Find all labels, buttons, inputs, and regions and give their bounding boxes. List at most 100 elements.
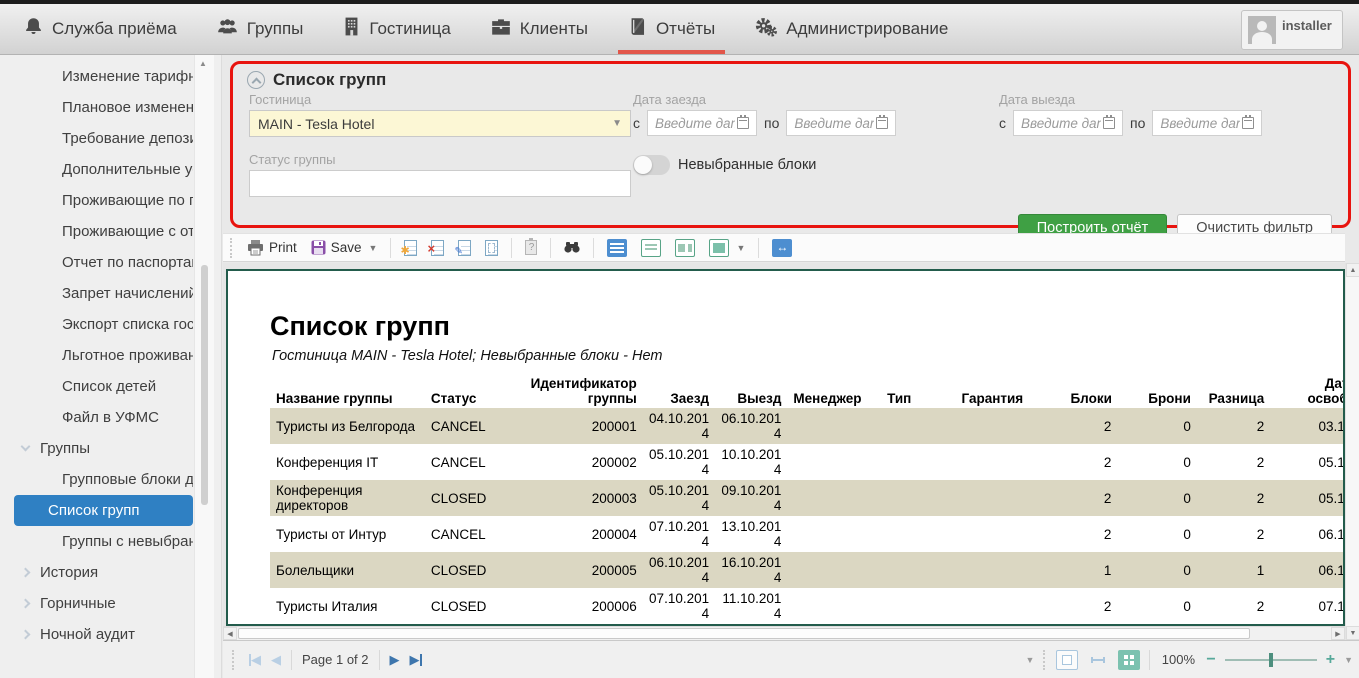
status-bar: ◀ ◀ Page 1 of 2 ▶ ▶ ▼ 100% − + ▼ xyxy=(223,640,1359,678)
sidebar-item[interactable]: Отчет по паспортам xyxy=(14,247,193,278)
new-page-button[interactable]: ✱ xyxy=(400,238,421,258)
horizontal-scroll-thumb[interactable] xyxy=(238,628,1250,639)
sidebar-item[interactable]: Требование депозита xyxy=(14,123,193,154)
sidebar-item[interactable]: Групповые блоки дет... xyxy=(14,464,193,495)
delete-page-button[interactable]: × xyxy=(427,238,448,258)
calendar-icon[interactable] xyxy=(1103,117,1115,129)
sidebar-item[interactable]: Файл в УФМС xyxy=(14,402,193,433)
calendar-icon[interactable] xyxy=(737,117,749,129)
two-page-view-button[interactable] xyxy=(671,237,699,259)
user-menu[interactable]: installer xyxy=(1241,10,1343,50)
prev-page-button[interactable]: ◀ xyxy=(271,652,281,668)
cell-guarantee xyxy=(955,480,1064,516)
sidebar-item-label: Плановое изменение... xyxy=(62,99,193,116)
report-table: Название группыСтатусИдентификатор групп… xyxy=(270,374,1345,626)
sidebar-item[interactable]: Изменение тарифног... xyxy=(14,61,193,92)
print-button[interactable]: Print xyxy=(243,238,301,258)
multi-page-view-button[interactable]: ▼ xyxy=(705,237,749,259)
continuous-view-button[interactable] xyxy=(637,237,665,259)
nav-tab-briefcase[interactable]: Клиенты xyxy=(485,4,594,54)
column-header-type: Тип xyxy=(881,374,955,408)
page-setup-button[interactable] xyxy=(481,238,502,258)
cell-group_id: 200003 xyxy=(523,480,643,516)
fit-width-button[interactable]: ↔ xyxy=(768,237,796,259)
zoom-in-button[interactable]: + xyxy=(1326,651,1335,669)
sidebar-item[interactable]: Список групп xyxy=(14,495,193,526)
grid-mode-button[interactable] xyxy=(1118,650,1140,670)
sidebar-item[interactable]: Проживающие с откл... xyxy=(14,216,193,247)
hotel-select[interactable]: MAIN - Tesla Hotel ▼ xyxy=(249,110,631,137)
first-page-button[interactable]: ◀ xyxy=(249,652,261,668)
two-page-view-icon xyxy=(675,239,695,257)
edit-page-button[interactable]: ✎ xyxy=(454,238,475,258)
gears-icon xyxy=(755,17,777,42)
cell-departure: 10.10.2014 xyxy=(715,444,787,480)
single-page-view-button[interactable] xyxy=(603,237,631,259)
cell-departure: 06.10.2014 xyxy=(715,408,787,444)
group-status-input[interactable] xyxy=(249,170,631,197)
scroll-up-icon[interactable]: ▲ xyxy=(199,59,207,68)
sidebar-item[interactable]: Горничные xyxy=(14,588,193,619)
sidebar-item[interactable]: Дополнительные услу... xyxy=(14,154,193,185)
zoom-slider[interactable] xyxy=(1225,653,1317,667)
toolbar-grip[interactable] xyxy=(230,238,234,258)
unselected-blocks-toggle[interactable] xyxy=(633,155,670,175)
nav-tab-building[interactable]: Гостиница xyxy=(337,4,456,54)
cell-status: CLOSED xyxy=(425,552,523,588)
statusbar-grip[interactable] xyxy=(232,650,236,670)
sidebar-item[interactable]: Льготное проживание xyxy=(14,340,193,371)
next-page-button[interactable]: ▶ xyxy=(390,652,400,668)
arrival-from-input[interactable] xyxy=(655,116,735,131)
cell-status: CANCEL xyxy=(425,408,523,444)
main-nav: Служба приёма Группы Гостиница Клиенты Отчёт… xyxy=(18,4,982,54)
sidebar-item[interactable]: Проживающие по пе... xyxy=(14,185,193,216)
last-page-button[interactable]: ▶ xyxy=(410,652,422,668)
vertical-scrollbar[interactable]: ▲ ▼ xyxy=(1345,263,1359,640)
fit-width-mode-button[interactable] xyxy=(1087,650,1109,670)
sidebar-scroll-thumb[interactable] xyxy=(201,265,208,505)
clipboard-button[interactable]: ? xyxy=(521,238,541,257)
arrival-to-input[interactable] xyxy=(794,116,874,131)
departure-to-input[interactable] xyxy=(1160,116,1240,131)
scroll-right-icon[interactable]: ▶ xyxy=(1331,627,1345,640)
zoom-toolbar-grip[interactable] xyxy=(1043,650,1047,670)
overflow-caret-icon[interactable]: ▼ xyxy=(1025,655,1034,665)
sidebar-item-label: Список групп xyxy=(48,502,139,519)
calendar-icon[interactable] xyxy=(1242,117,1254,129)
sidebar-scrollbar[interactable]: ▲ xyxy=(194,55,214,678)
cell-blocks: 2 xyxy=(1064,480,1117,516)
save-button[interactable]: Save ▼ xyxy=(307,238,382,257)
scroll-down-icon[interactable]: ▼ xyxy=(1346,626,1359,640)
nav-tab-book[interactable]: Отчёты xyxy=(622,4,721,54)
column-header-departure: Выезд xyxy=(715,374,787,408)
sidebar-item[interactable]: Список детей xyxy=(14,371,193,402)
overflow-caret-icon[interactable]: ▼ xyxy=(1344,655,1353,665)
zoom-out-button[interactable]: − xyxy=(1206,651,1215,669)
scroll-left-icon[interactable]: ◀ xyxy=(223,627,237,640)
cell-difference: 1 xyxy=(1197,552,1270,588)
zoom-slider-thumb[interactable] xyxy=(1269,653,1273,667)
sidebar-item[interactable]: Плановое изменение... xyxy=(14,92,193,123)
sidebar-item[interactable]: Группы с невыбранн... xyxy=(14,526,193,557)
scroll-up-icon[interactable]: ▲ xyxy=(1346,263,1359,277)
calendar-icon[interactable] xyxy=(876,117,888,129)
nav-tab-bell[interactable]: Служба приёма xyxy=(18,4,183,54)
sidebar-item[interactable]: Запрет начислений xyxy=(14,278,193,309)
cell-release: 05.10. xyxy=(1270,480,1345,516)
cell-release: 06.10. xyxy=(1270,552,1345,588)
horizontal-scrollbar[interactable]: ◀ ▶ xyxy=(223,626,1345,640)
sidebar-item[interactable]: Ночной аудит xyxy=(14,619,193,650)
find-button[interactable] xyxy=(560,239,584,256)
report-toolbar: Print Save ▼ ✱ × ✎ ? ▼ ↔ xyxy=(223,233,1345,262)
sidebar-item[interactable]: Экспорт списка гостей xyxy=(14,309,193,340)
nav-tab-users[interactable]: Группы xyxy=(211,4,310,54)
sidebar-item[interactable]: Группы xyxy=(14,433,193,464)
collapse-panel-icon[interactable] xyxy=(247,71,265,89)
cell-manager xyxy=(787,408,881,444)
caret-down-icon: ▼ xyxy=(369,243,378,253)
nav-tab-gears[interactable]: Администрирование xyxy=(749,4,954,54)
sidebar-item-label: Группы с невыбранн... xyxy=(62,533,193,550)
departure-from-input[interactable] xyxy=(1021,116,1101,131)
single-page-mode-button[interactable] xyxy=(1056,650,1078,670)
sidebar-item[interactable]: История xyxy=(14,557,193,588)
